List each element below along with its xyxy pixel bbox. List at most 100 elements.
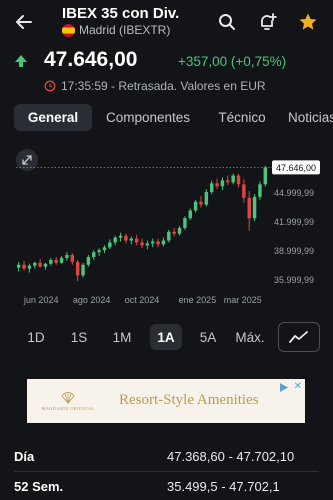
ad-brand: MANDARIN ORIENTAL bbox=[41, 405, 95, 411]
advertisement-banner[interactable]: MANDARIN ORIENTAL Resort-Style Amenities… bbox=[27, 379, 305, 423]
candle bbox=[75, 259, 80, 282]
candle-body bbox=[193, 201, 198, 211]
price-chart[interactable]: 35.999,99 38.999,99 41.999,99 44.999,99 jun… bbox=[0, 140, 333, 310]
tab-tecnico[interactable]: Técnico bbox=[206, 104, 278, 131]
stat-value: 47.368,60 - 47.702,10 bbox=[167, 449, 295, 464]
candle bbox=[231, 173, 235, 185]
candle bbox=[118, 232, 123, 242]
candle bbox=[193, 199, 198, 213]
tab-componentes[interactable]: Componentes bbox=[98, 104, 198, 131]
candle bbox=[65, 252, 69, 261]
range-1s[interactable]: 1S bbox=[63, 324, 95, 350]
candle-body bbox=[209, 183, 214, 193]
candle bbox=[183, 216, 187, 230]
back-button[interactable] bbox=[8, 6, 40, 38]
divider bbox=[14, 471, 319, 472]
title-block: IBEX 35 con Div. Madrid (IBEXTR) bbox=[62, 5, 179, 37]
tab-noticias[interactable]: Noticias bbox=[288, 104, 333, 131]
candle bbox=[242, 179, 246, 203]
ad-headline: Resort-Style Amenities bbox=[119, 392, 259, 408]
y-tick-label: 44.999,99 bbox=[274, 188, 314, 198]
candle-body bbox=[113, 237, 117, 243]
star-icon bbox=[299, 13, 317, 30]
status-text: 17:35:59 - Retrasada. Valores en EUR bbox=[61, 79, 266, 93]
candle bbox=[92, 250, 96, 260]
candle bbox=[172, 227, 176, 237]
candle bbox=[70, 253, 75, 265]
chart-type-button[interactable] bbox=[278, 322, 320, 352]
candle-body bbox=[65, 255, 69, 258]
candle bbox=[258, 181, 262, 200]
stat-value: 35.499,5 - 47.702,1 bbox=[167, 479, 280, 494]
tab-general[interactable]: General bbox=[14, 104, 92, 131]
candle-body bbox=[118, 235, 123, 238]
page-title: IBEX 35 con Div. bbox=[62, 5, 180, 22]
candle-body bbox=[252, 196, 257, 219]
candle-body bbox=[151, 241, 155, 244]
candle bbox=[247, 191, 251, 231]
candle-body bbox=[124, 235, 128, 241]
stat-row-day: Día 47.368,60 - 47.702,10 bbox=[14, 449, 319, 469]
candle bbox=[156, 238, 160, 248]
last-price-label: 47.646,00 bbox=[276, 163, 316, 173]
range-max[interactable]: Máx. bbox=[230, 324, 270, 350]
candle-body bbox=[199, 201, 203, 205]
candle bbox=[38, 258, 42, 268]
exchange-subtitle: Madrid (IBEXTR) bbox=[62, 23, 179, 37]
candle bbox=[49, 257, 53, 266]
candle bbox=[113, 235, 117, 246]
x-tick-label: jun 2024 bbox=[23, 295, 59, 305]
candle bbox=[220, 177, 225, 191]
price-up-arrow-icon bbox=[15, 55, 27, 67]
candle bbox=[215, 178, 219, 190]
candle-body bbox=[236, 175, 241, 185]
clock-icon bbox=[44, 80, 56, 92]
range-1m[interactable]: 1M bbox=[106, 324, 138, 350]
candle bbox=[134, 234, 139, 246]
range-1a[interactable]: 1A bbox=[150, 324, 182, 350]
candle-body bbox=[38, 262, 42, 267]
top-bar: IBEX 35 con Div. Madrid (IBEXTR) bbox=[0, 0, 333, 44]
search-button[interactable] bbox=[213, 8, 241, 36]
candle-body bbox=[263, 167, 268, 185]
candlestick-chart: 35.999,99 38.999,99 41.999,99 44.999,99 jun… bbox=[16, 149, 320, 305]
stat-row-52-weeks: 52 Sem. 35.499,5 - 47.702,1 bbox=[14, 479, 319, 499]
candle-body bbox=[188, 210, 192, 219]
candle-body bbox=[102, 247, 107, 251]
candle-body bbox=[145, 243, 150, 246]
x-tick-label: oct 2024 bbox=[125, 295, 160, 305]
candle-body bbox=[177, 227, 182, 234]
price-row: 47.646,00 +357,00 (+0,75%) bbox=[0, 46, 333, 76]
back-arrow-icon bbox=[16, 15, 32, 29]
market-status: 17:35:59 - Retrasada. Valores en EUR bbox=[44, 79, 266, 93]
candle bbox=[236, 173, 241, 188]
candle bbox=[81, 262, 85, 278]
candle bbox=[59, 256, 64, 264]
candle-body bbox=[81, 264, 85, 276]
current-price: 47.646,00 bbox=[44, 48, 138, 71]
candle-body bbox=[92, 252, 96, 257]
stat-label: 52 Sem. bbox=[14, 479, 64, 494]
candle bbox=[177, 225, 182, 236]
favorite-button[interactable] bbox=[294, 8, 322, 36]
add-alert-button[interactable] bbox=[253, 8, 281, 36]
candle-body bbox=[156, 241, 160, 245]
candle bbox=[129, 236, 133, 245]
candle bbox=[209, 180, 214, 194]
candle bbox=[204, 189, 209, 207]
line-chart-icon bbox=[289, 331, 308, 343]
ad-choices-icon[interactable] bbox=[278, 382, 289, 393]
fan-logo-icon bbox=[61, 391, 75, 404]
ad-close-icon[interactable]: ✕ bbox=[294, 381, 302, 392]
candle-body bbox=[172, 231, 176, 234]
candle-body bbox=[231, 175, 235, 183]
candle bbox=[188, 208, 192, 221]
candle bbox=[263, 165, 268, 187]
range-5a[interactable]: 5A bbox=[192, 324, 224, 350]
range-1d[interactable]: 1D bbox=[20, 324, 52, 350]
candle-body bbox=[49, 259, 53, 264]
stat-label: Día bbox=[14, 449, 35, 464]
candle bbox=[108, 239, 112, 250]
candle-body bbox=[226, 180, 230, 183]
candle bbox=[27, 263, 32, 273]
